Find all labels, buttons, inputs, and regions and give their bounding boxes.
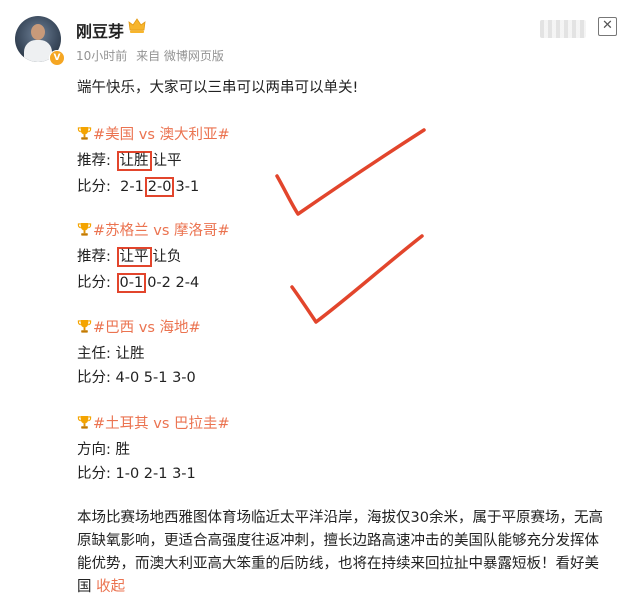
pick-text: 让平 [152,153,182,169]
score-label: 比分: [77,466,111,482]
score-value: 1-0 2-1 3-1 [115,466,196,482]
recommend-label: 主任: [77,346,111,362]
pick-text: 让胜 [115,346,145,362]
score-label: 比分: [77,179,111,195]
score-line: 比分: 2-1 2-0 3-1 [77,175,200,197]
highlighted-score: 2-0 [144,177,175,197]
verified-badge-icon: V [49,50,65,66]
trophy-icon [77,319,93,338]
trophy-icon [77,222,93,241]
crown-icon [128,18,146,33]
score-line: 比分: 0-1 0-2 2-4 [77,271,200,293]
check-mark-icon [275,128,426,216]
recommend-line: 推荐: 让胜 让平 [77,149,182,171]
highlighted-pick: 让胜 [116,151,152,171]
username[interactable]: 刚豆芽 [76,18,124,42]
highlighted-pick: 让平 [116,247,152,267]
highlighted-score: 0-1 [116,273,147,293]
score-value: 2-1 [120,179,144,195]
avatar-head [31,24,45,40]
recommend-label: 推荐: [77,153,111,169]
recommend-label: 方向: [77,442,111,458]
score-value: 3-1 [175,179,200,195]
avatar-body [24,40,52,62]
score-value: 2-4 [175,275,200,291]
score-label: 比分: [77,275,111,291]
post-time[interactable]: 10小时前 [76,49,127,63]
trophy-icon [77,415,93,434]
match-title-line: #土耳其 vs 巴拉圭# [77,412,230,434]
topic-link[interactable]: #土耳其 vs 巴拉圭# [93,416,230,432]
match-title-line: #巴西 vs 海地# [77,316,201,338]
pick-text: 胜 [115,442,131,458]
close-icon[interactable]: ✕ [598,17,617,36]
match-title-line: #苏格兰 vs 摩洛哥# [77,219,230,241]
analysis-paragraph: 本场比赛场地西雅图体育场临近太平洋沿岸，海拔仅30余米，属于平原赛场，无高原缺氧… [77,507,610,599]
topic-link[interactable]: #苏格兰 vs 摩洛哥# [93,223,230,239]
score-line: 比分: 1-0 2-1 3-1 [77,462,196,483]
topic-link[interactable]: #美国 vs 澳大利亚# [93,127,230,143]
trophy-icon [77,126,93,145]
recommend-line: 主任: 让胜 [77,342,145,363]
intro-text: 端午快乐，大家可以三串可以两串可以单关! [77,80,359,96]
score-value: 0-2 [147,275,171,291]
analysis-text: 本场比赛场地西雅图体育场临近太平洋沿岸，海拔仅30余米，属于平原赛场，无高原缺氧… [77,510,603,595]
pick-text: 让负 [152,249,182,265]
score-line: 比分: 4-0 5-1 3-0 [77,366,196,387]
collapse-link[interactable]: 收起 [96,579,125,595]
score-label: 比分: [77,370,111,386]
post-source: 来自 微博网页版 [136,49,224,63]
recommend-line: 推荐: 让平 让负 [77,245,182,267]
check-mark-icon [290,234,424,324]
recommend-line: 方向: 胜 [77,438,130,459]
recommend-label: 推荐: [77,249,111,265]
score-value: 4-0 5-1 3-0 [115,370,196,386]
topic-link[interactable]: #巴西 vs 海地# [93,320,201,336]
blurred-id [540,20,586,38]
post-meta: 10小时前 来自 微博网页版 [76,47,229,64]
match-title-line: #美国 vs 澳大利亚# [77,123,230,145]
